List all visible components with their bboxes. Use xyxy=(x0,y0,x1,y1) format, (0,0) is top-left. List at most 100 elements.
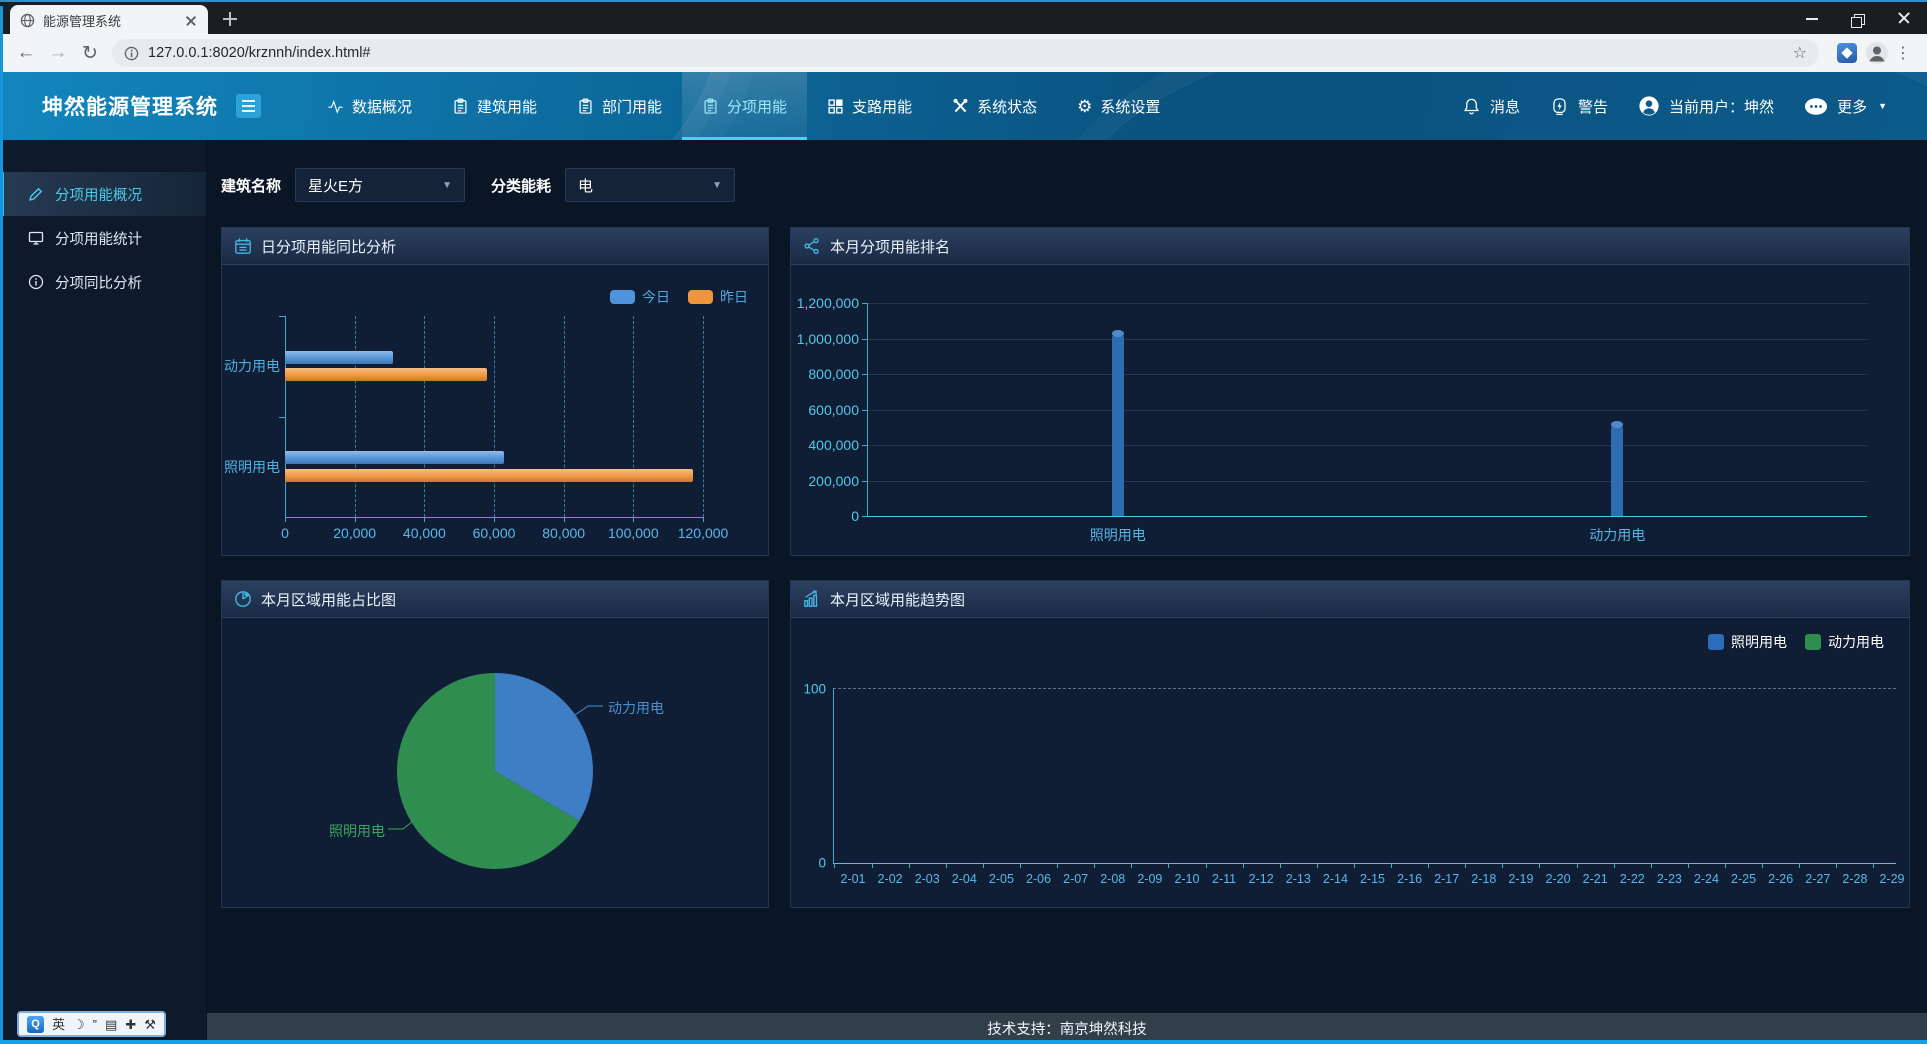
chart-legend[interactable]: 照明用电 动力用电 xyxy=(1708,632,1884,652)
nav-item-building-energy[interactable]: 建筑用能 xyxy=(432,72,557,140)
ime-logo-icon[interactable]: Q xyxy=(27,1016,44,1033)
sidebar-item-overview[interactable]: 分项用能概况 xyxy=(0,172,206,216)
profile-avatar-icon[interactable] xyxy=(1865,41,1889,65)
grid-line xyxy=(868,410,1867,411)
panel-header: 本月区域用能占比图 xyxy=(222,581,768,618)
axis-tick xyxy=(1651,863,1652,868)
tab-title: 能源管理系统 xyxy=(43,11,175,30)
axis-tick xyxy=(1057,863,1058,868)
x-tick-label: 2-05 xyxy=(989,872,1014,886)
axis-tick xyxy=(1020,863,1021,868)
nav-item-branch-energy[interactable]: 支路用能 xyxy=(807,72,932,140)
legend-label: 今日 xyxy=(642,287,670,307)
nav-item-system-status[interactable]: 系统状态 xyxy=(932,72,1057,140)
app-navbar: 坤然能源管理系统 数据概况 建筑用能 部门用能 分项用能 支路用能 xyxy=(0,72,1927,140)
nav-item-system-settings[interactable]: ⚙ 系统设置 xyxy=(1057,72,1180,140)
bell-icon xyxy=(1462,97,1481,116)
axis-tick xyxy=(1465,863,1466,868)
ime-symbols-icon[interactable]: ✚ xyxy=(125,1018,136,1031)
window-restore-button[interactable] xyxy=(1835,2,1881,34)
bar-今日 xyxy=(285,451,504,464)
ime-keyboard-icon[interactable]: ▤ xyxy=(105,1018,117,1031)
x-tick-label: 2-23 xyxy=(1657,872,1682,886)
legend-swatch xyxy=(610,290,635,304)
ime-settings-icon[interactable]: ⚒ xyxy=(144,1018,156,1031)
alerts-button[interactable]: 警告 xyxy=(1550,96,1608,117)
sidebar-item-yoy-analysis[interactable]: 分项同比分析 xyxy=(0,260,206,304)
grid-line xyxy=(868,374,1867,375)
axis-tick xyxy=(279,316,285,317)
pie-label-line xyxy=(388,821,413,829)
sidebar-toggle-icon[interactable] xyxy=(236,94,261,118)
panel-header: 日分项用能同比分析 xyxy=(222,228,768,265)
energy-type-select[interactable]: 电 ▼ xyxy=(565,168,735,202)
x-tick-label: 40,000 xyxy=(403,525,446,541)
axis-tick xyxy=(1280,863,1281,868)
address-bar[interactable]: 127.0.0.1:8020/krznnh/index.html# ☆ xyxy=(112,39,1819,67)
x-tick-label: 2-01 xyxy=(840,872,865,886)
x-tick-label: 2-21 xyxy=(1583,872,1608,886)
bookmark-star-icon[interactable]: ☆ xyxy=(1793,43,1807,63)
url-text[interactable]: 127.0.0.1:8020/krznnh/index.html# xyxy=(148,45,370,61)
axis-tick xyxy=(1354,863,1355,868)
panel-region-pie: 本月区域用能占比图 动力用电 照明用电 xyxy=(221,580,769,908)
x-tick-label: 2-28 xyxy=(1842,872,1867,886)
ime-toolbar[interactable]: Q 英 ☽ ” ▤ ✚ ⚒ xyxy=(17,1011,166,1037)
chevron-down-icon: ▼ xyxy=(442,180,452,191)
axis-tick xyxy=(1206,863,1207,868)
more-menu-button[interactable]: 更多 ▼ xyxy=(1804,96,1887,117)
messages-button[interactable]: 消息 xyxy=(1462,96,1520,117)
panel-header: 本月区域用能趋势图 xyxy=(791,581,1909,618)
y-tick-label: 100 xyxy=(803,682,826,697)
axis-tick xyxy=(285,517,286,522)
sidebar-item-statistics[interactable]: 分项用能统计 xyxy=(0,216,206,260)
chevron-down-icon: ▼ xyxy=(712,180,722,191)
ime-halfwidth-icon[interactable]: ☽ xyxy=(73,1018,85,1031)
nav-right: 消息 警告 当前用户：坤然 更多 ▼ xyxy=(1462,72,1927,140)
axis-tick xyxy=(834,863,835,868)
browser-tab[interactable]: 能源管理系统 xyxy=(10,5,208,36)
legend-label: 动力用电 xyxy=(1828,632,1884,652)
chart-legend[interactable]: 今日 昨日 xyxy=(610,287,748,307)
axis-tick xyxy=(1873,863,1874,868)
user-icon xyxy=(1638,95,1660,117)
x-tick-label: 2-10 xyxy=(1174,872,1199,886)
nav-item-department-energy[interactable]: 部门用能 xyxy=(557,72,682,140)
x-tick-label: 2-22 xyxy=(1620,872,1645,886)
y-tick-label: 800,000 xyxy=(808,366,859,382)
back-button[interactable]: ← xyxy=(10,42,42,64)
panel-title: 本月区域用能占比图 xyxy=(261,589,396,610)
window-edge-left xyxy=(0,6,3,1044)
y-tick-label: 1,200,000 xyxy=(797,295,859,311)
extension-icon[interactable] xyxy=(1837,43,1857,63)
panel-title: 本月区域用能趋势图 xyxy=(830,589,965,610)
building-select[interactable]: 星火E方 ▼ xyxy=(295,168,465,202)
x-tick-label: 2-12 xyxy=(1249,872,1274,886)
forward-button[interactable]: → xyxy=(42,42,74,64)
tab-close-icon[interactable] xyxy=(183,12,200,29)
x-tick-label: 2-13 xyxy=(1286,872,1311,886)
nav-item-data-overview[interactable]: 数据概况 xyxy=(307,72,432,140)
reload-button[interactable]: ↻ xyxy=(74,42,106,65)
footer-text: 技术支持：南京坤然科技 xyxy=(987,1018,1147,1039)
new-tab-button[interactable] xyxy=(222,11,238,27)
info-circle-icon xyxy=(28,274,44,290)
axis-tick xyxy=(862,516,868,517)
ime-punctuation-icon[interactable]: ” xyxy=(93,1018,97,1031)
ime-language-toggle[interactable]: 英 xyxy=(52,1018,65,1031)
filter-row: 建筑名称 星火E方 ▼ 分类能耗 电 ▼ xyxy=(221,168,1910,202)
legend-swatch xyxy=(1708,634,1724,650)
current-user[interactable]: 当前用户：坤然 xyxy=(1638,95,1774,117)
page-info-icon[interactable] xyxy=(124,46,139,61)
axis-tick xyxy=(872,863,873,868)
pie-label-lighting: 照明用电 xyxy=(315,821,385,841)
axis-tick xyxy=(424,517,425,522)
x-tick-label: 2-08 xyxy=(1100,872,1125,886)
axis-tick xyxy=(279,417,285,418)
browser-menu-icon[interactable]: ⋮ xyxy=(1895,43,1911,63)
nav-item-subitem-energy[interactable]: 分项用能 xyxy=(682,72,807,140)
window-close-button[interactable] xyxy=(1881,2,1927,34)
window-minimize-button[interactable] xyxy=(1789,2,1835,34)
grid-line xyxy=(868,445,1867,446)
clipboard-icon xyxy=(452,98,469,115)
